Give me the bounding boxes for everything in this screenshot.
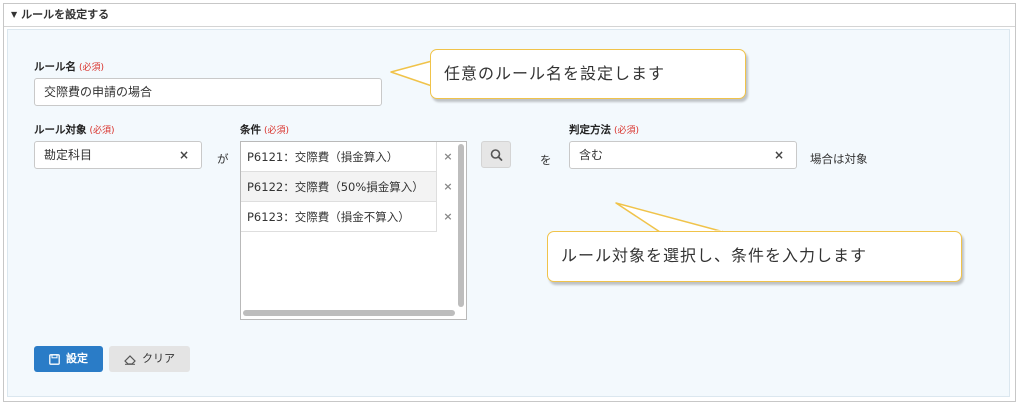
section-header[interactable]: ▼ ルールを設定する — [4, 4, 1015, 27]
condition-item[interactable]: P6121：交際費（損金算入） × — [241, 142, 453, 172]
condition-label-text: 条件 — [240, 124, 261, 136]
judgement-select[interactable]: 含む — [569, 141, 797, 169]
remove-condition-icon[interactable]: × — [436, 202, 459, 232]
rule-target-clear-icon[interactable]: × — [179, 148, 189, 162]
condition-label: 条件 (必須) — [240, 122, 289, 137]
rule-name-label: ルール名 (必須) — [34, 59, 104, 74]
rule-name-input[interactable]: 交際費の申請の場合 — [34, 78, 382, 106]
eraser-icon — [124, 354, 136, 365]
particle-wo: を — [540, 153, 552, 167]
judgement-clear-icon[interactable]: × — [774, 148, 784, 162]
remove-condition-icon[interactable]: × — [436, 172, 459, 202]
condition-item-label: P6122：交際費（50%損金算入） — [247, 180, 424, 194]
judgement-label: 判定方法 (必須) — [569, 122, 639, 137]
condition-item[interactable]: P6122：交際費（50%損金算入） × — [241, 172, 453, 202]
section-title: ルールを設定する — [21, 8, 110, 21]
rule-target-value: 勘定科目 — [44, 148, 93, 162]
particle-ga: が — [217, 152, 229, 166]
rule-target-label: ルール対象 (必須) — [34, 122, 115, 137]
rule-name-label-text: ルール名 — [34, 61, 76, 73]
caret-down-icon: ▼ — [11, 10, 18, 19]
vertical-scrollbar[interactable] — [458, 144, 464, 307]
judgement-value: 含む — [579, 148, 604, 162]
condition-item[interactable]: P6123：交際費（損金不算入） × — [241, 202, 453, 232]
set-button-label: 設定 — [66, 352, 88, 365]
condition-item-label: P6123：交際費（損金不算入） — [247, 210, 410, 224]
clear-button[interactable]: クリア — [109, 346, 190, 372]
set-button[interactable]: 設定 — [34, 346, 103, 372]
required-marker: (必須) — [264, 126, 290, 136]
condition-search-button[interactable] — [481, 141, 511, 168]
remove-condition-icon[interactable]: × — [436, 142, 459, 172]
rule-target-select[interactable]: 勘定科目 — [34, 141, 202, 169]
clear-button-label: クリア — [142, 352, 175, 365]
save-icon — [49, 353, 60, 365]
condition-listbox[interactable]: P6121：交際費（損金算入） × P6122：交際費（50%損金算入） × P… — [240, 141, 467, 320]
condition-item-label: P6121：交際費（損金算入） — [247, 150, 399, 164]
rule-target-label-text: ルール対象 — [34, 124, 87, 136]
required-marker: (必須) — [79, 63, 105, 73]
judgement-label-text: 判定方法 — [569, 124, 611, 136]
search-icon — [490, 149, 503, 161]
callout-rule-name-hint: 任意のルール名を設定します — [430, 49, 746, 99]
required-marker: (必須) — [89, 126, 115, 136]
horizontal-scrollbar[interactable] — [243, 310, 455, 316]
callout-target-hint: ルール対象を選択し、条件を入力します — [547, 231, 962, 282]
judgement-suffix: 場合は対象 — [810, 152, 868, 166]
required-marker: (必須) — [614, 126, 640, 136]
